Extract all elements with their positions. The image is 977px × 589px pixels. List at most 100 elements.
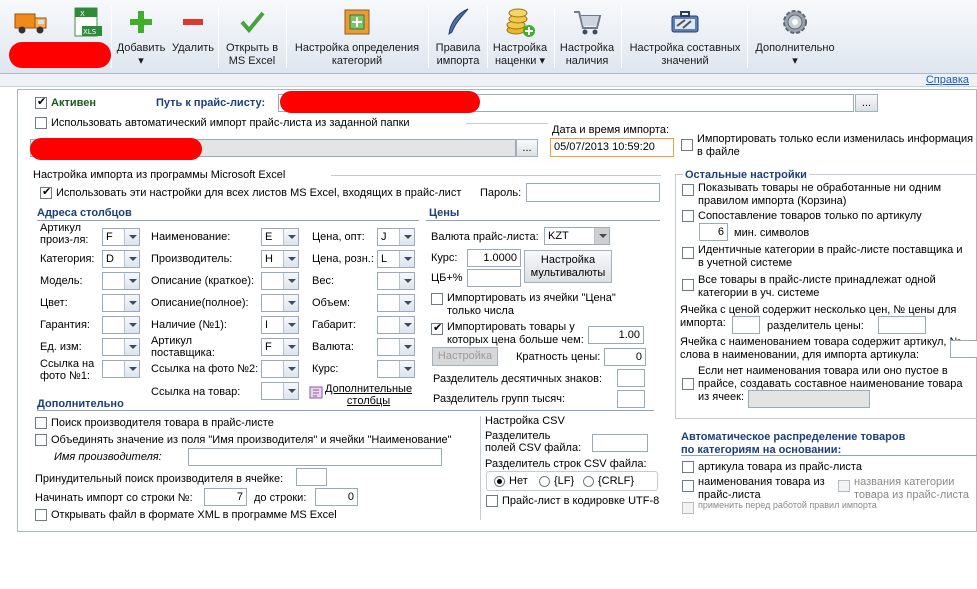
setup-button[interactable]: Настройка	[432, 347, 498, 366]
warranty-column-select[interactable]	[102, 316, 140, 334]
currency-column-select[interactable]	[377, 338, 415, 356]
search-manufacturer-checkbox[interactable]	[35, 417, 47, 429]
category-setup-button[interactable]: Настройка определения категорий	[288, 6, 426, 70]
open-excel-button[interactable]: Открыть в MS Excel	[220, 6, 284, 70]
unit-column-select[interactable]	[102, 338, 140, 356]
import-rules-button[interactable]: Правила импорта	[430, 6, 486, 70]
chevron-down-icon[interactable]	[283, 229, 298, 245]
category-column-select[interactable]: D	[102, 250, 140, 268]
chevron-down-icon[interactable]	[283, 251, 298, 267]
min-chars-input[interactable]: 6	[699, 223, 728, 241]
forced-search-input[interactable]	[296, 468, 327, 486]
chevron-down-icon[interactable]	[124, 251, 139, 267]
chevron-down-icon[interactable]	[124, 273, 139, 289]
full-desc-column-select[interactable]	[261, 294, 299, 312]
currency-select[interactable]: KZT	[544, 227, 610, 245]
help-link[interactable]: Справка	[926, 74, 969, 86]
name-column-select[interactable]: E	[261, 228, 299, 246]
password-input[interactable]	[526, 183, 660, 202]
end-row-input[interactable]: 0	[315, 488, 358, 506]
chevron-down-icon[interactable]	[283, 273, 298, 289]
chevron-down-icon[interactable]	[399, 251, 414, 267]
price-path-browse-button[interactable]: ...	[855, 94, 878, 112]
photo1-column-select[interactable]	[102, 360, 140, 378]
weight-column-select[interactable]	[377, 272, 415, 290]
multicurrency-button[interactable]: Настройка мультивалюты	[524, 250, 612, 283]
compose-name-checkbox[interactable]	[682, 378, 694, 390]
utf8-checkbox[interactable]	[486, 495, 498, 507]
chevron-down-icon[interactable]	[124, 229, 139, 245]
chevron-down-icon[interactable]	[399, 361, 414, 377]
stock-column-select[interactable]: I	[261, 316, 299, 334]
chevron-down-icon[interactable]	[283, 383, 298, 399]
article-word-input[interactable]	[950, 340, 977, 358]
color-column-select[interactable]	[102, 294, 140, 312]
supplier-article-column-select[interactable]: F	[261, 338, 299, 356]
rate-column-select[interactable]	[377, 360, 415, 378]
match-by-article-checkbox[interactable]	[682, 210, 694, 222]
extra-columns-link[interactable]: Дополнительные столбцы	[325, 383, 412, 407]
cb-percent-input[interactable]	[467, 269, 521, 287]
chevron-down-icon[interactable]	[124, 361, 139, 377]
open-xml-checkbox[interactable]	[35, 509, 47, 521]
chevron-down-icon[interactable]	[283, 317, 298, 333]
chevron-down-icon[interactable]	[124, 339, 139, 355]
thousands-sep-input[interactable]	[617, 390, 645, 408]
composite-values-button[interactable]: Настройка составных значений	[623, 6, 747, 70]
import-numbers-only-checkbox[interactable]	[431, 293, 443, 305]
price-greater-input[interactable]: 1.00	[588, 326, 644, 344]
apply-rules-checkbox[interactable]	[682, 502, 694, 514]
price-number-input[interactable]	[732, 316, 760, 334]
short-desc-column-select[interactable]	[261, 272, 299, 290]
availability-setup-button[interactable]: Настройка наличия	[556, 6, 618, 70]
chevron-down-icon[interactable]	[399, 295, 414, 311]
chevron-down-icon[interactable]	[124, 295, 139, 311]
by-article-checkbox[interactable]	[682, 461, 694, 473]
all-one-category-checkbox[interactable]	[682, 279, 694, 291]
chevron-down-icon[interactable]	[399, 339, 414, 355]
chevron-down-icon[interactable]	[283, 295, 298, 311]
price-wholesale-column-select[interactable]: J	[377, 228, 415, 246]
rate-input[interactable]: 1.0000	[467, 249, 521, 267]
volume-column-select[interactable]	[377, 294, 415, 312]
csv-row-sep-none-radio[interactable]	[494, 476, 505, 487]
manufacturer-column-select[interactable]: H	[261, 250, 299, 268]
use-all-sheets-checkbox[interactable]	[40, 185, 52, 199]
import-price-greater-checkbox[interactable]	[431, 321, 443, 335]
chevron-down-icon[interactable]	[399, 229, 414, 245]
product-link-column-select[interactable]	[261, 382, 299, 400]
merge-manufacturer-checkbox[interactable]	[35, 434, 47, 446]
csv-row-sep-lf-radio[interactable]	[539, 476, 550, 487]
article-column-select[interactable]: F	[102, 228, 140, 246]
category-names-checkbox[interactable]	[838, 480, 850, 492]
add-button[interactable]: Добавить ▾	[113, 6, 169, 70]
decimal-sep-input[interactable]	[617, 369, 645, 387]
show-unprocessed-checkbox[interactable]	[682, 184, 694, 196]
identical-categories-checkbox[interactable]	[682, 247, 694, 259]
auto-import-checkbox[interactable]	[35, 117, 47, 129]
model-column-select[interactable]	[102, 272, 140, 290]
chevron-down-icon[interactable]	[399, 317, 414, 333]
multiplicity-input[interactable]: 0	[604, 348, 646, 366]
chevron-down-icon[interactable]	[399, 273, 414, 289]
folder-browse-button[interactable]: ...	[516, 139, 538, 157]
chevron-down-icon[interactable]	[283, 339, 298, 355]
photo2-column-select[interactable]	[261, 360, 299, 378]
markup-setup-button[interactable]: Настройка наценки ▾	[489, 6, 551, 70]
chevron-down-icon[interactable]	[124, 317, 139, 333]
by-name-checkbox[interactable]	[682, 480, 694, 492]
delete-button[interactable]: Удалить	[170, 6, 216, 70]
only-if-changed-checkbox[interactable]	[681, 139, 693, 151]
csv-row-sep-crlf-radio[interactable]	[583, 476, 594, 487]
manufacturer-name-input[interactable]	[188, 448, 442, 466]
csv-field-sep-input[interactable]	[592, 434, 648, 452]
active-checkbox[interactable]	[35, 95, 47, 109]
datetime-input[interactable]: 05/07/2013 10:59:20	[550, 138, 674, 157]
price-retail-column-select[interactable]: L	[377, 250, 415, 268]
start-row-input[interactable]: 7	[204, 488, 247, 506]
chevron-down-icon[interactable]	[594, 228, 609, 244]
price-sep-input[interactable]	[878, 316, 926, 334]
chevron-down-icon[interactable]	[283, 361, 298, 377]
size-column-select[interactable]	[377, 316, 415, 334]
additional-menu-button[interactable]: Дополнительно ▾	[749, 6, 841, 70]
